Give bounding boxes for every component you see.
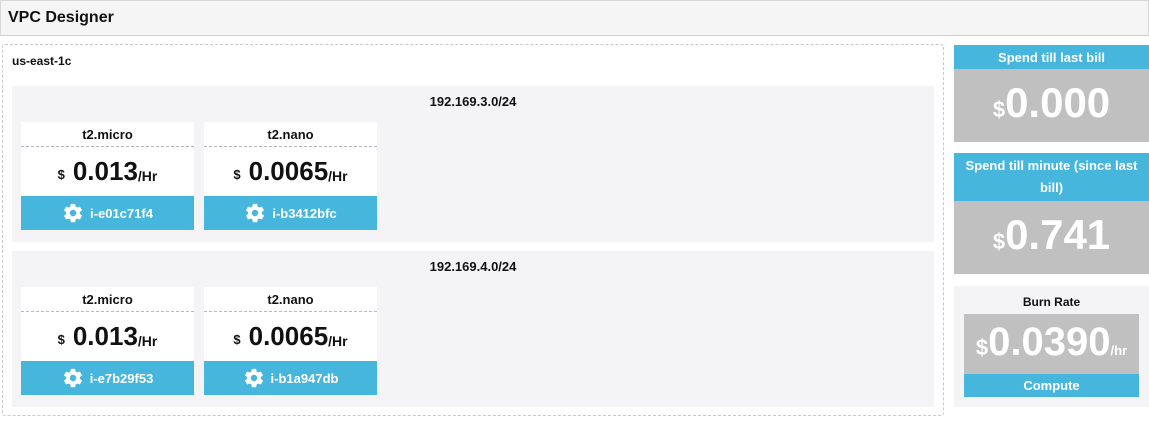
gear-icon <box>63 368 82 388</box>
burn-rate-amount: $0.0390/hr <box>964 314 1139 374</box>
price-unit: /Hr <box>328 167 348 184</box>
currency-symbol: $ <box>992 229 1006 254</box>
instance-settings-button[interactable]: i-e01c71f4 <box>21 196 194 230</box>
currency-symbol: $ <box>57 167 65 182</box>
availability-zone-label: us-east-1c <box>12 54 72 68</box>
instance-card: t2.micro $ 0.013 /Hr i-e7b29f53 <box>21 287 194 395</box>
price-value: 0.013 <box>72 156 138 186</box>
instance-price: $ 0.0065 /Hr <box>204 312 377 361</box>
gear-icon <box>246 203 265 223</box>
spend-till-minute-amount: $0.741 <box>954 201 1149 274</box>
gear-icon <box>64 203 82 223</box>
spend-till-minute-value: 0.741 <box>1005 211 1111 258</box>
instance-card: t2.nano $ 0.0065 /Hr i-b3412bfc <box>204 122 377 230</box>
spend-last-bill-title: Spend till last bill <box>954 45 1149 69</box>
gear-icon <box>244 368 263 388</box>
subnet-card: 192.169.3.0/24 t2.micro $ 0.013 /Hr i-e0… <box>12 86 934 242</box>
price-unit: /Hr <box>137 332 158 349</box>
instance-id: i-b3412bfc <box>272 205 337 221</box>
instance-id: i-e7b29f53 <box>89 370 154 386</box>
instance-type: t2.micro <box>21 122 194 147</box>
instance-type: t2.nano <box>204 122 377 147</box>
currency-symbol: $ <box>992 97 1006 122</box>
spend-last-bill-card: Spend till last bill $0.000 <box>954 45 1149 142</box>
subnet-card: 192.169.4.0/24 t2.micro $ 0.013 /Hr i-e7… <box>12 251 934 407</box>
spend-till-minute-card: Spend till minute (since last bill) $0.7… <box>954 153 1149 274</box>
burn-rate-unit: /hr <box>1110 343 1128 358</box>
burn-rate-title: Burn Rate <box>1022 295 1081 309</box>
burn-rate-card: Burn Rate $0.0390/hr Compute <box>954 286 1149 407</box>
spend-till-minute-title: Spend till minute (since last bill) <box>954 153 1149 201</box>
price-value: 0.0065 <box>248 321 329 351</box>
instance-price: $ 0.013 /Hr <box>21 312 194 361</box>
instance-card: t2.nano $ 0.0065 /Hr i-b1a947db <box>204 287 377 395</box>
currency-symbol: $ <box>233 332 241 347</box>
price-unit: /Hr <box>328 332 348 349</box>
app-header: VPC Designer <box>0 0 1149 36</box>
instance-id: i-b1a947db <box>270 370 339 386</box>
currency-symbol: $ <box>233 167 241 182</box>
instance-card: t2.micro $ 0.013 /Hr i-e01c71f4 <box>21 122 194 230</box>
price-unit: /Hr <box>137 167 158 184</box>
instance-price: $ 0.013 /Hr <box>21 147 194 196</box>
currency-symbol: $ <box>975 335 989 360</box>
burn-rate-category[interactable]: Compute <box>964 374 1139 397</box>
instance-type: t2.nano <box>204 287 377 312</box>
instance-settings-button[interactable]: i-b3412bfc <box>204 196 377 230</box>
app-title: VPC Designer <box>8 9 114 26</box>
instance-price: $ 0.0065 /Hr <box>204 147 377 196</box>
spend-last-bill-amount: $0.000 <box>954 69 1149 142</box>
instance-settings-button[interactable]: i-e7b29f53 <box>21 361 194 395</box>
subnet-cidr: 192.169.3.0/24 <box>429 94 517 109</box>
price-value: 0.013 <box>72 321 138 351</box>
spend-last-bill-value: 0.000 <box>1005 79 1111 126</box>
currency-symbol: $ <box>57 332 65 347</box>
price-value: 0.0065 <box>248 156 329 186</box>
instance-settings-button[interactable]: i-b1a947db <box>204 361 377 395</box>
instance-id: i-e01c71f4 <box>90 205 153 221</box>
instance-type: t2.micro <box>21 287 194 312</box>
burn-rate-value: 0.0390 <box>988 320 1111 364</box>
subnet-cidr: 192.169.4.0/24 <box>429 259 517 274</box>
availability-zone-panel: us-east-1c 192.169.3.0/24 t2.micro $ 0.0… <box>2 44 944 416</box>
